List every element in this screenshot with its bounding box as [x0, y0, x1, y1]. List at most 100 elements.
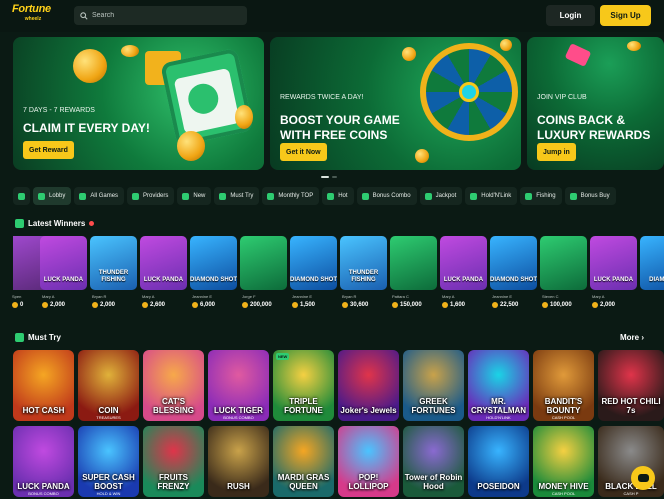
more-link[interactable]: More ›	[620, 333, 644, 342]
game-card[interactable]: POSEIDON	[468, 426, 529, 497]
search-input[interactable]	[92, 12, 232, 19]
game-card[interactable]: Tower of Robin Hood	[403, 426, 464, 497]
banner-vip-club[interactable]: JOIN VIP CLUB COINS BACK & LUXURY REWARDS…	[527, 37, 664, 170]
game-name: TRIPLE FORTUNE	[284, 397, 323, 415]
banner-daily-rewards[interactable]: 7 DAYS - 7 REWARDS CLAIM IT EVERY DAY! G…	[13, 37, 264, 170]
winner-amount-value: 22,500	[500, 302, 519, 308]
winner-amount: 2,600	[142, 302, 165, 308]
game-subtitle: CASH POOL	[551, 415, 576, 420]
category-home[interactable]	[13, 187, 30, 205]
category-label: Jackpot	[435, 193, 457, 199]
jackpot-icon	[424, 192, 432, 200]
game-name: RED HOT CHILI 7s	[601, 397, 661, 415]
winner-game-card[interactable]: THUNDER FISHING	[90, 236, 137, 290]
trophy-icon	[267, 192, 275, 200]
game-card[interactable]: LUCK TIGER BONUS COMBO	[208, 350, 269, 421]
category-label: Lobby	[49, 193, 66, 199]
category-all-games[interactable]: All Games	[74, 187, 125, 205]
banner-title-line: BOOST YOUR GAME	[280, 113, 400, 127]
game-card[interactable]: RED HOT CHILI 7s	[598, 350, 664, 421]
login-button[interactable]: Login	[546, 5, 595, 26]
game-card[interactable]: POP! LOLLIPOP	[338, 426, 399, 497]
signup-button[interactable]: Sign Up	[600, 5, 651, 26]
game-card[interactable]: MARDI GRAS QUEEN	[273, 426, 334, 497]
category-lobby[interactable]: Lobby	[33, 187, 72, 205]
coin-icon	[627, 41, 641, 51]
category-providers[interactable]: Providers	[127, 187, 175, 205]
calendar-icon	[160, 47, 254, 147]
winner-name: Bryan R	[342, 294, 357, 299]
winner-game-card[interactable]: DIAMOND SHOT	[290, 236, 337, 290]
winner-name: Bryan R	[92, 294, 107, 299]
winner-game-card[interactable]: LUCK PANDA	[40, 236, 87, 290]
game-card[interactable]: LUCK PANDA BONUS COMBO	[13, 426, 74, 497]
category-new[interactable]: New	[177, 187, 212, 205]
winner-game-card[interactable]: LUCK PANDA	[590, 236, 637, 290]
winner-amount-value: 1,600	[450, 302, 466, 308]
coin-icon	[242, 302, 248, 308]
game-card[interactable]: COIN TREASURES	[78, 350, 139, 421]
game-card[interactable]: SUPER CASH BOOST HOLD & WIN	[78, 426, 139, 497]
game-name: Joker's Jewels	[340, 406, 397, 415]
get-reward-button[interactable]: Get Reward	[23, 141, 74, 159]
gem-icon	[564, 43, 592, 67]
search-box[interactable]	[74, 6, 247, 25]
winner-amount: 6,000	[192, 302, 215, 308]
game-name: SUPER CASH BOOST	[82, 473, 135, 491]
winner-game-card[interactable]: LUCK PANDA	[440, 236, 487, 290]
banner-subtitle: 7 DAYS - 7 REWARDS	[23, 107, 95, 114]
game-card[interactable]: CAT'S BLESSING	[143, 350, 204, 421]
winner-amount: 30,600	[342, 302, 368, 308]
game-name: COIN	[98, 406, 119, 415]
carousel-dot[interactable]	[332, 176, 337, 178]
category-fishing[interactable]: Fishing	[520, 187, 562, 205]
game-card[interactable]: RUSH	[208, 426, 269, 497]
chat-button[interactable]	[631, 466, 655, 490]
winner-amount-value: 2,600	[150, 302, 166, 308]
coin-icon	[442, 302, 448, 308]
winner-game-card[interactable]	[240, 236, 287, 290]
winner-game-card[interactable]: DIAMOND	[640, 236, 664, 290]
winner-game-card[interactable]: DIAMOND SHOT	[190, 236, 237, 290]
logo[interactable]: Fortune wheelz	[12, 4, 54, 28]
game-card[interactable]: FRUITS FRENZY	[143, 426, 204, 497]
banner-free-coins[interactable]: REWARDS TWICE A DAY! BOOST YOUR GAME WITH…	[270, 37, 521, 170]
winner-game-card[interactable]: LUCK PANDA	[140, 236, 187, 290]
game-card[interactable]: Joker's Jewels	[338, 350, 399, 421]
get-it-now-button[interactable]: Get it Now	[280, 143, 327, 161]
category-bonus-buy[interactable]: Bonus Buy	[564, 187, 616, 205]
game-name: MR. CRYSTALMAN	[470, 397, 527, 415]
coin-icon	[73, 49, 107, 83]
winner-amount: 2,000	[92, 302, 115, 308]
winner-game-name: DIAMOND	[649, 277, 664, 283]
coin-icon	[177, 131, 205, 161]
winner-game-card[interactable]: DIAMOND SHOT	[490, 236, 537, 290]
winner-name: Mary A	[142, 294, 155, 299]
game-card[interactable]: HOT CASH	[13, 350, 74, 421]
carousel-dot[interactable]	[321, 176, 329, 178]
game-name: POP! LOLLIPOP	[348, 473, 389, 491]
game-card[interactable]: GREEK FORTUNES	[403, 350, 464, 421]
winner-game-name: DIAMOND SHOT	[490, 277, 537, 283]
winner-game-card[interactable]: THUNDER FISHING	[340, 236, 387, 290]
winner-name: Jorge F	[242, 294, 256, 299]
category-bonus-combo[interactable]: Bonus Combo	[356, 187, 417, 205]
game-card[interactable]: MR. CRYSTALMAN HOLD'N'LINK	[468, 350, 529, 421]
game-subtitle: CASH POOL	[551, 491, 576, 496]
game-card[interactable]: BANDIT'S BOUNTY CASH POOL	[533, 350, 594, 421]
category-jackpot[interactable]: Jackpot	[419, 187, 463, 205]
category-monthly-top[interactable]: Monthly TOP	[262, 187, 320, 205]
winner-game-card[interactable]	[540, 236, 587, 290]
jump-in-button[interactable]: Jump in	[537, 143, 576, 161]
category-hot[interactable]: Hot	[322, 187, 354, 205]
winner-name: Jeannine E	[192, 294, 213, 299]
game-card[interactable]: MONEY HIVE CASH POOL	[533, 426, 594, 497]
category-hold-n-link[interactable]: Hold'N'Link	[465, 187, 518, 205]
category-must-try[interactable]: Must Try	[214, 187, 260, 205]
category-label: Must Try	[230, 193, 254, 199]
game-card[interactable]: BLACK BULL CASH P	[598, 426, 664, 497]
winner-game-card[interactable]	[390, 236, 437, 290]
game-card[interactable]: NEW TRIPLE FORTUNE	[273, 350, 334, 421]
category-label: New	[193, 193, 206, 199]
banner-subtitle: REWARDS TWICE A DAY!	[280, 94, 364, 101]
